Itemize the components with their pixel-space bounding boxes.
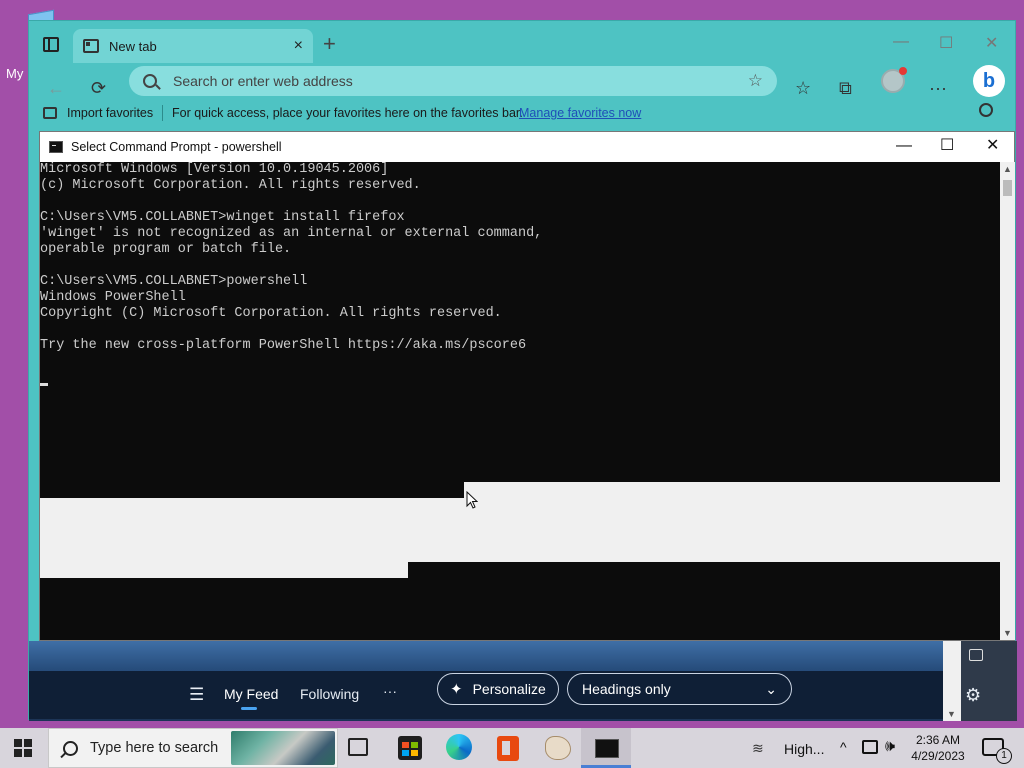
cmd-close-button[interactable]: ✕ xyxy=(986,138,999,154)
favorites-bar: Import favorites For quick access, place… xyxy=(29,103,1015,125)
console-line: Windows PowerShell xyxy=(40,290,186,305)
search-highlight-image xyxy=(231,731,335,765)
render-artifact xyxy=(408,562,1000,578)
back-button[interactable]: ← xyxy=(47,79,65,97)
add-favorite-icon[interactable]: ☆ xyxy=(748,71,763,91)
edge-browser-icon[interactable] xyxy=(446,734,472,760)
active-tab-indicator xyxy=(241,707,257,710)
volume-icon[interactable]: 🕪 xyxy=(885,738,895,756)
notification-count-badge: 1 xyxy=(996,748,1012,764)
weather-wind-icon[interactable]: ≋ xyxy=(752,740,764,757)
taskbar: Type here to search ≋ High... ^ 🕪 2:36 A… xyxy=(0,728,1024,768)
tab-new-tab[interactable]: New tab × xyxy=(73,29,313,63)
console-line: (c) Microsoft Corporation. All rights re… xyxy=(40,178,421,193)
tab-my-feed[interactable]: My Feed xyxy=(224,686,278,702)
text-caret xyxy=(40,383,48,386)
paint-icon[interactable] xyxy=(545,736,571,760)
manage-favorites-link[interactable]: Manage favorites now xyxy=(519,106,641,120)
network-icon[interactable] xyxy=(862,740,878,754)
layout-dropdown-value: Headings only xyxy=(582,681,671,697)
console-line: Try the new cross-platform PowerShell ht… xyxy=(40,338,527,353)
sparkle-icon: ✦ xyxy=(450,681,463,698)
favorites-hint: For quick access, place your favorites h… xyxy=(172,106,523,120)
render-artifact xyxy=(40,498,464,578)
clock-date: 4/29/2023 xyxy=(911,749,965,763)
import-icon xyxy=(43,107,57,119)
render-artifact xyxy=(464,482,1000,562)
minimize-button[interactable]: — xyxy=(893,33,909,51)
cmd-maximize-button[interactable]: ☐ xyxy=(940,138,954,154)
console-line: Microsoft Windows [Version 10.0.19045.20… xyxy=(40,162,389,177)
search-placeholder: Type here to search xyxy=(90,740,219,756)
windows-start-icon[interactable] xyxy=(14,739,32,757)
cmd-minimize-button[interactable]: — xyxy=(896,138,912,154)
mouse-pointer-icon xyxy=(466,491,478,509)
scroll-thumb[interactable] xyxy=(1003,180,1012,196)
command-prompt-taskbar-icon[interactable] xyxy=(581,728,631,768)
page-icon xyxy=(83,39,99,53)
command-prompt-window: Select Command Prompt - powershell — ☐ ✕… xyxy=(39,131,1015,641)
tab-actions-icon[interactable] xyxy=(43,37,59,52)
clock[interactable]: 2:36 AM 4/29/2023 xyxy=(906,732,970,764)
cmd-title-bar[interactable]: Select Command Prompt - powershell — ☐ ✕ xyxy=(40,132,1014,162)
chevron-down-icon: ⌄ xyxy=(765,680,777,697)
console-cursor-line xyxy=(40,370,1000,386)
import-favorites-button[interactable]: Import favorites xyxy=(67,106,153,120)
personalize-label: Personalize xyxy=(472,681,546,697)
gear-icon[interactable]: ⚙ xyxy=(965,685,981,706)
task-view-icon[interactable] xyxy=(348,738,368,756)
cmd-window-title: Select Command Prompt - powershell xyxy=(71,140,282,154)
tab-bar: New tab × + — ☐ ✕ xyxy=(29,21,1015,69)
search-icon xyxy=(143,74,157,88)
weather-widget[interactable]: High... xyxy=(784,741,824,757)
refresh-button[interactable]: ⟳ xyxy=(91,79,106,97)
tab-following[interactable]: Following xyxy=(300,686,359,702)
show-hidden-icons-chevron[interactable]: ^ xyxy=(840,739,847,755)
notifications-icon[interactable]: 1 xyxy=(982,738,1012,764)
address-input[interactable] xyxy=(173,73,748,89)
office-icon[interactable] xyxy=(497,736,519,761)
scroll-up-icon[interactable]: ▲ xyxy=(1003,164,1012,174)
maximize-button[interactable]: ☐ xyxy=(939,33,953,53)
close-tab-icon[interactable]: × xyxy=(294,38,303,54)
profile-avatar[interactable] xyxy=(881,67,907,93)
layout-dropdown[interactable]: Headings only ⌄ xyxy=(567,673,792,705)
shortcut-label: My xyxy=(6,66,24,81)
hamburger-menu-icon[interactable]: ☰ xyxy=(189,685,204,705)
news-feed-bar: ☰ My Feed Following ··· ✦ Personalize He… xyxy=(29,641,943,721)
tab-title: New tab xyxy=(109,38,157,54)
search-icon xyxy=(63,740,78,756)
page-scrollbar[interactable]: ▼ xyxy=(943,641,961,721)
more-options-icon[interactable]: ··· xyxy=(383,683,397,699)
console-line: 'winget' is not recognized as an interna… xyxy=(40,226,543,241)
address-bar[interactable]: ☆ xyxy=(129,66,777,96)
collections-button[interactable]: ⧉ xyxy=(839,79,852,97)
scroll-down-icon[interactable]: ▼ xyxy=(1003,628,1012,638)
console-line: operable program or batch file. xyxy=(40,242,292,257)
favorites-button[interactable]: ☆ xyxy=(795,79,811,97)
zoom-icon[interactable] xyxy=(979,103,993,117)
clock-time: 2:36 AM xyxy=(915,733,961,747)
microsoft-store-icon[interactable] xyxy=(398,736,422,760)
console-line: Copyright (C) Microsoft Corporation. All… xyxy=(40,306,502,321)
console-line: C:\Users\VM5.COLLABNET>winget install fi… xyxy=(40,210,405,225)
taskbar-search-box[interactable]: Type here to search xyxy=(48,728,338,768)
settings-more-button[interactable]: ··· xyxy=(929,79,947,97)
divider xyxy=(162,105,163,121)
cmd-scrollbar[interactable]: ▲ ▼ xyxy=(1000,162,1015,640)
console-output[interactable]: Microsoft Windows [Version 10.0.19045.20… xyxy=(40,162,1000,640)
console-line: C:\Users\VM5.COLLABNET>powershell xyxy=(40,274,308,289)
close-window-button[interactable]: ✕ xyxy=(985,33,998,53)
new-tab-button[interactable]: + xyxy=(323,33,336,55)
personalize-button[interactable]: ✦ Personalize xyxy=(437,673,559,705)
bing-chat-button[interactable]: b xyxy=(973,65,1005,97)
sidebar-panel-icon[interactable] xyxy=(969,649,983,661)
scroll-down-icon[interactable]: ▼ xyxy=(947,709,956,719)
cmd-icon xyxy=(49,141,63,153)
